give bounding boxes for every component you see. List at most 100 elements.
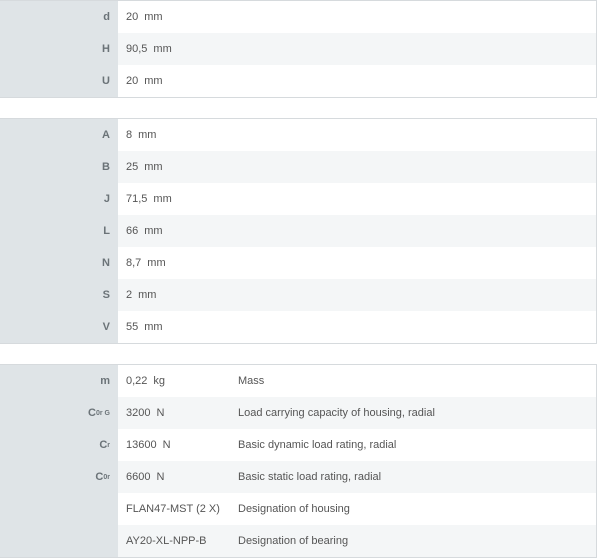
value-cell: 20mm <box>118 65 596 97</box>
value-cell: AY20-XL-NPP-B <box>118 525 238 557</box>
description-cell: Load carrying capacity of housing, radia… <box>238 397 596 429</box>
symbol-label: L <box>103 225 110 237</box>
table-row: H 90,5 mm <box>0 33 596 65</box>
value-unit: mm <box>147 257 165 269</box>
symbol-cell: Cr <box>0 429 118 461</box>
table-row: B 25 mm <box>0 151 596 183</box>
value-cell: 8 mm <box>118 119 596 151</box>
table-row: U 20mm <box>0 65 596 97</box>
value-cell: FLAN47-MST (2 X) <box>118 493 238 525</box>
symbol-label: C <box>88 407 96 419</box>
value-cell: 90,5 mm <box>118 33 596 65</box>
value-unit: mm <box>144 11 162 23</box>
value-number: 66 <box>126 225 138 237</box>
table-row: L 66 mm <box>0 215 596 247</box>
symbol-label: V <box>103 321 110 333</box>
value-unit: mm <box>144 321 162 333</box>
table-row: V 55 mm <box>0 311 596 343</box>
value-unit: kg <box>153 375 165 387</box>
value-number: 55 <box>126 321 138 333</box>
value-unit: mm <box>144 161 162 173</box>
table-row: S 2 mm <box>0 279 596 311</box>
symbol-label: d <box>103 11 110 23</box>
value-unit: mm <box>138 289 156 301</box>
symbol-cell: B <box>0 151 118 183</box>
value-text: AY20-XL-NPP-B <box>126 535 207 547</box>
description-cell: Mass <box>238 365 596 397</box>
value-cell: 71,5 mm <box>118 183 596 215</box>
value-number: 71,5 <box>126 193 147 205</box>
value-cell: 20 mm <box>118 1 596 33</box>
table-row: Cr 13600N Basic dynamic load rating, rad… <box>0 429 596 461</box>
symbol-cell: V <box>0 311 118 343</box>
table-row: J 71,5 mm <box>0 183 596 215</box>
symbol-cell: d <box>0 1 118 33</box>
dimensions-table-2: A 8 mm B 25 mm J 71,5 mm L 66 mm N 8,7 mm S 2… <box>0 118 597 344</box>
description-cell: Basic dynamic load rating, radial <box>238 429 596 461</box>
value-number: 8,7 <box>126 257 141 269</box>
symbol-cell: C0r G <box>0 397 118 429</box>
value-cell: 25 mm <box>118 151 596 183</box>
value-cell: 66 mm <box>118 215 596 247</box>
description-cell: Basic static load rating, radial <box>238 461 596 493</box>
symbol-subscript: r <box>107 442 110 449</box>
value-unit: mm <box>153 43 171 55</box>
symbol-cell: A <box>0 119 118 151</box>
value-number: 2 <box>126 289 132 301</box>
value-unit: N <box>156 407 164 419</box>
value-number: 90,5 <box>126 43 147 55</box>
symbol-label: C <box>95 471 103 483</box>
value-number: 25 <box>126 161 138 173</box>
table-row: AY20-XL-NPP-B Designation of bearing <box>0 525 596 557</box>
symbol-subscript: 0r G <box>96 410 110 417</box>
symbol-label: H <box>102 43 110 55</box>
table-row: m 0,22 kg Mass <box>0 365 596 397</box>
symbol-label: S <box>103 289 110 301</box>
symbol-label: U <box>102 75 110 87</box>
symbol-cell: m <box>0 365 118 397</box>
value-unit: mm <box>138 129 156 141</box>
dimensions-table-1: d 20mm H 90,5mm U 20mm <box>0 0 597 98</box>
table-row: C0r 6600 N Basic static load rating, radi… <box>0 461 596 493</box>
symbol-label: J <box>104 193 110 205</box>
symbol-cell: L <box>0 215 118 247</box>
table-row: FLAN47-MST (2 X) Designation of housing <box>0 493 596 525</box>
value-number: 13600 <box>126 439 157 451</box>
value-number: 3200 <box>126 407 150 419</box>
symbol-label: N <box>102 257 110 269</box>
symbol-cell: S <box>0 279 118 311</box>
description-cell: Designation of housing <box>238 493 596 525</box>
value-cell: 55 mm <box>118 311 596 343</box>
value-cell: 8,7 mm <box>118 247 596 279</box>
description-cell: Designation of bearing <box>238 525 596 557</box>
symbol-cell <box>0 525 118 557</box>
value-unit: mm <box>153 193 171 205</box>
value-cell: 3200 N <box>118 397 238 429</box>
ratings-table: m 0,22kg Mass C0r G 3200N Load carrying … <box>0 364 597 558</box>
symbol-cell: N <box>0 247 118 279</box>
value-cell: 6600 N <box>118 461 238 493</box>
value-unit: mm <box>144 225 162 237</box>
table-row: d 20 mm <box>0 1 596 33</box>
table-row: N 8,7 mm <box>0 247 596 279</box>
symbol-label: B <box>102 161 110 173</box>
value-cell: 13600N <box>118 429 238 461</box>
value-number: 20 <box>126 75 138 87</box>
symbol-cell <box>0 493 118 525</box>
value-number: 0,22 <box>126 375 147 387</box>
value-text: FLAN47-MST (2 X) <box>126 503 220 515</box>
table-row: C0r G 3200 N Load carrying capacity of ho… <box>0 397 596 429</box>
symbol-label: C <box>99 439 107 451</box>
value-cell: 2 mm <box>118 279 596 311</box>
value-number: 8 <box>126 129 132 141</box>
symbol-cell: H <box>0 33 118 65</box>
symbol-cell: U <box>0 65 118 97</box>
symbol-subscript: 0r <box>103 474 110 481</box>
value-cell: 0,22 kg <box>118 365 238 397</box>
value-unit: N <box>156 471 164 483</box>
value-number: 6600 <box>126 471 150 483</box>
symbol-cell: J <box>0 183 118 215</box>
value-number: 20 <box>126 11 138 23</box>
table-row: A 8 mm <box>0 119 596 151</box>
symbol-cell: C0r <box>0 461 118 493</box>
